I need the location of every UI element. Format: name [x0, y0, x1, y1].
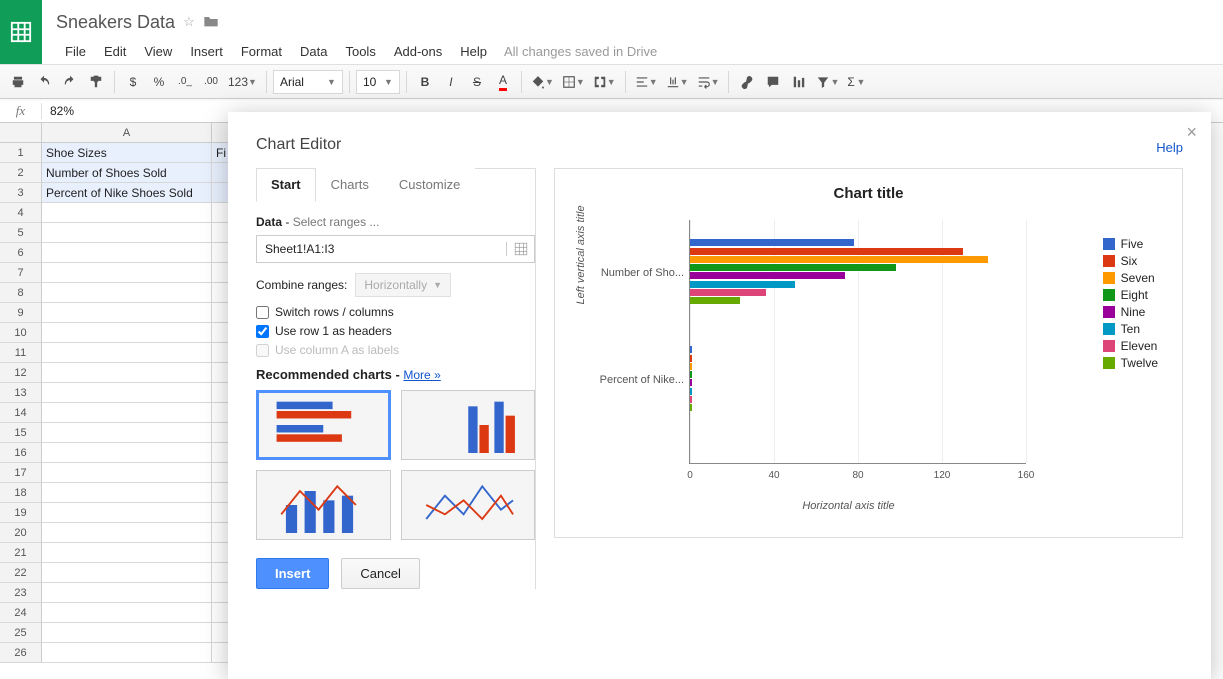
- y-axis-title: Left vertical axis title: [575, 205, 587, 304]
- filter-icon[interactable]: ▼: [813, 70, 842, 94]
- insert-link-icon[interactable]: [735, 70, 759, 94]
- x-axis-title: Horizontal axis title: [671, 500, 1026, 512]
- v-align-icon[interactable]: ▼: [663, 70, 692, 94]
- text-color-icon[interactable]: A: [491, 70, 515, 94]
- chart-legend: FiveSixSevenEightNineTenElevenTwelve: [1103, 234, 1158, 373]
- font-family-select[interactable]: Arial▼: [273, 70, 343, 94]
- chart-preview: Chart title Left vertical axis title 040…: [554, 168, 1183, 538]
- column-header-a[interactable]: A: [42, 123, 212, 143]
- menu-edit[interactable]: Edit: [95, 40, 135, 63]
- switch-rows-cols-checkbox[interactable]: Switch rows / columns: [256, 305, 535, 319]
- folder-icon[interactable]: [203, 14, 219, 31]
- merge-cells-icon[interactable]: ▼: [590, 70, 619, 94]
- app-logo[interactable]: [0, 0, 42, 64]
- save-status: All changes saved in Drive: [504, 44, 657, 59]
- toolbar: $ % .0_ .00 123 ▼ Arial▼ 10▼ B I S A ▼ ▼…: [0, 64, 1223, 99]
- star-icon[interactable]: ☆: [183, 14, 195, 30]
- paint-format-icon[interactable]: [84, 70, 108, 94]
- insert-chart-icon[interactable]: [787, 70, 811, 94]
- select-range-icon[interactable]: [506, 242, 534, 256]
- cancel-button[interactable]: Cancel: [341, 558, 419, 589]
- menu-data[interactable]: Data: [291, 40, 336, 63]
- chart-editor-dialog: × Help Chart Editor Start Charts Customi…: [228, 112, 1211, 679]
- italic-icon[interactable]: I: [439, 70, 463, 94]
- close-icon[interactable]: ×: [1186, 122, 1197, 143]
- dialog-title: Chart Editor: [256, 136, 1183, 154]
- menu-help[interactable]: Help: [451, 40, 496, 63]
- h-align-icon[interactable]: ▼: [632, 70, 661, 94]
- format-percent[interactable]: %: [147, 70, 171, 94]
- more-formats[interactable]: 123 ▼: [225, 70, 260, 94]
- data-range-input[interactable]: Sheet1!A1:I3: [256, 235, 535, 263]
- decrease-decimal[interactable]: .0_: [173, 70, 197, 94]
- menu-addons[interactable]: Add-ons: [385, 40, 451, 63]
- more-charts-link[interactable]: More »: [403, 368, 440, 382]
- bold-icon[interactable]: B: [413, 70, 437, 94]
- menu-insert[interactable]: Insert: [181, 40, 232, 63]
- menu-tools[interactable]: Tools: [336, 40, 384, 63]
- chart-thumb-line[interactable]: [401, 470, 536, 540]
- chart-thumb-vbar[interactable]: [401, 390, 536, 460]
- tab-customize[interactable]: Customize: [384, 168, 475, 202]
- font-size-select[interactable]: 10▼: [356, 70, 400, 94]
- fx-label: fx: [0, 103, 42, 119]
- tab-charts[interactable]: Charts: [316, 168, 384, 202]
- chart-thumb-hbar[interactable]: [256, 390, 391, 460]
- formula-input[interactable]: 82%: [42, 104, 82, 118]
- help-link[interactable]: Help: [1156, 140, 1183, 155]
- combine-ranges-select: Horizontally▼: [355, 273, 451, 297]
- menu-view[interactable]: View: [135, 40, 181, 63]
- use-row1-checkbox[interactable]: Use row 1 as headers: [256, 324, 535, 338]
- borders-icon[interactable]: ▼: [559, 70, 588, 94]
- functions-icon[interactable]: Σ ▼: [844, 70, 868, 94]
- redo-icon[interactable]: [58, 70, 82, 94]
- chart-thumb-combo[interactable]: [256, 470, 391, 540]
- insert-comment-icon[interactable]: [761, 70, 785, 94]
- menu-bar: File Edit View Insert Format Data Tools …: [56, 38, 1223, 64]
- wrap-text-icon[interactable]: ▼: [694, 70, 723, 94]
- increase-decimal[interactable]: .00: [199, 70, 223, 94]
- tab-start[interactable]: Start: [256, 168, 316, 202]
- insert-button[interactable]: Insert: [256, 558, 329, 589]
- use-cola-checkbox: Use column A as labels: [256, 343, 535, 357]
- document-title[interactable]: Sneakers Data: [56, 12, 175, 33]
- chart-title: Chart title: [571, 185, 1166, 202]
- print-icon[interactable]: [6, 70, 30, 94]
- menu-format[interactable]: Format: [232, 40, 291, 63]
- strike-icon[interactable]: S: [465, 70, 489, 94]
- menu-file[interactable]: File: [56, 40, 95, 63]
- format-currency[interactable]: $: [121, 70, 145, 94]
- undo-icon[interactable]: [32, 70, 56, 94]
- fill-color-icon[interactable]: ▼: [528, 70, 557, 94]
